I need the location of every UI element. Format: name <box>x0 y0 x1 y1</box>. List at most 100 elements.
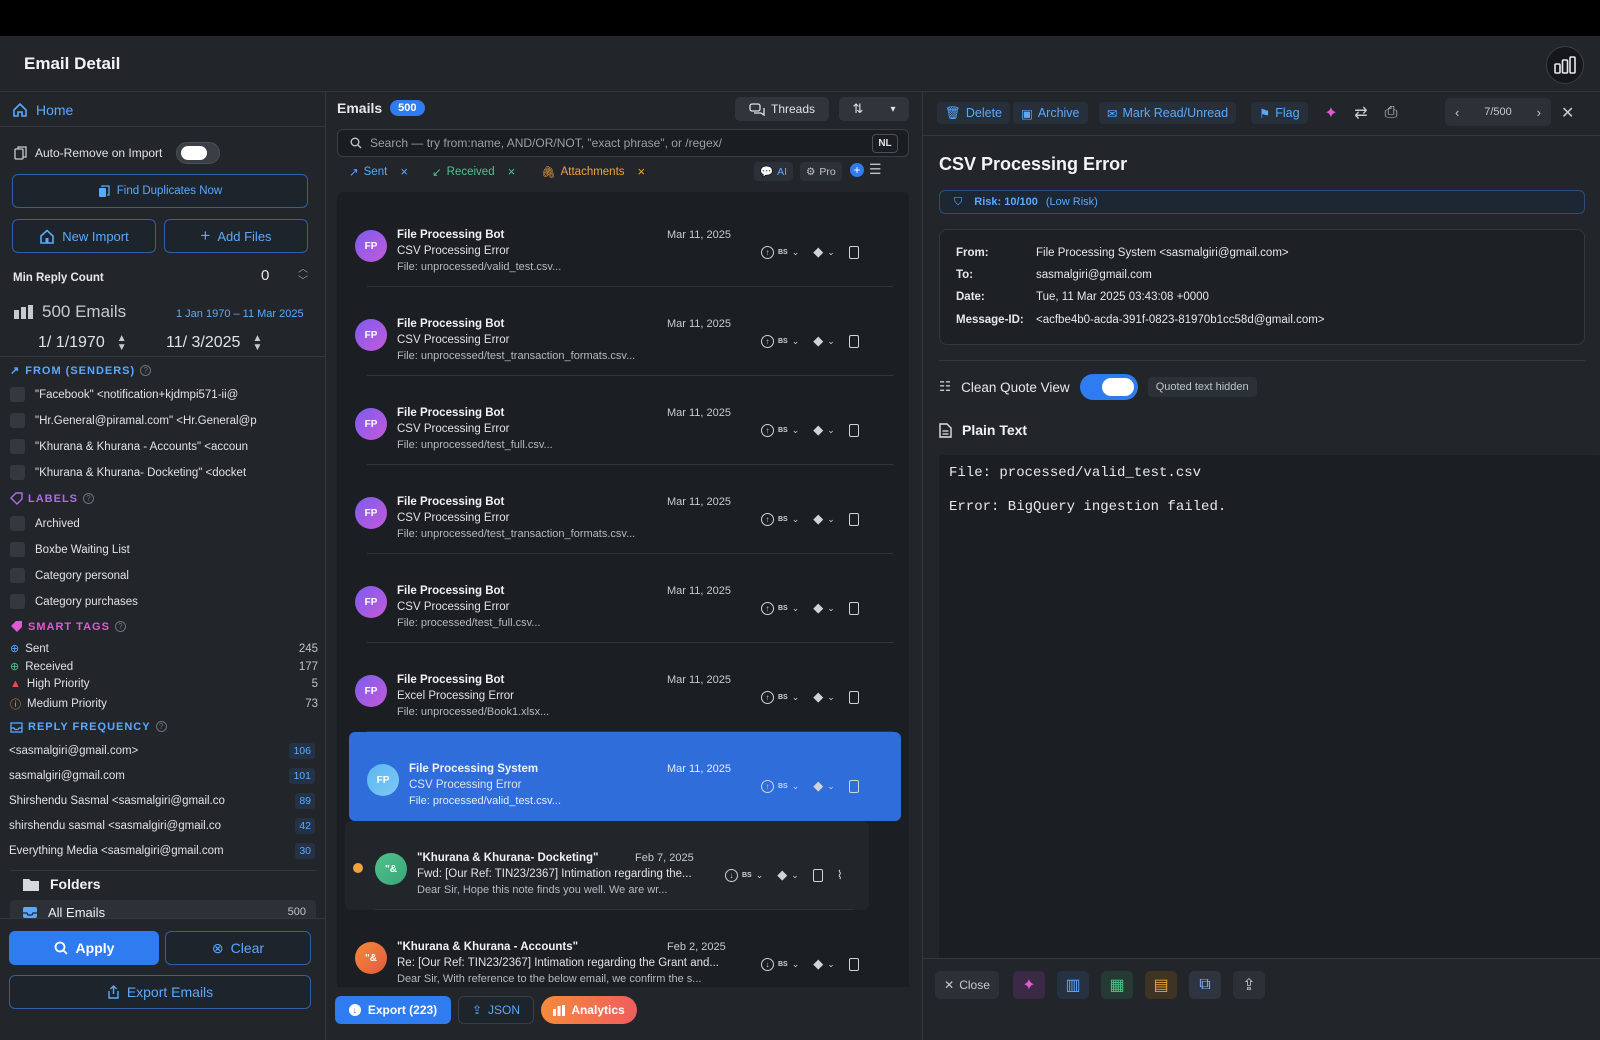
export-button[interactable]: ↓ Export (223) <box>335 996 451 1024</box>
filter-chip-sent[interactable]: ↗ Sent × <box>349 164 408 179</box>
sender-item[interactable]: "Khurana & Khurana - Accounts" <accoun <box>10 439 320 454</box>
sender-item[interactable]: "Khurana & Khurana- Docketing" <docket <box>10 465 320 480</box>
paperclip-icon[interactable]: ⌇ <box>837 868 843 882</box>
chevron-down-icon[interactable]: ⌄ <box>827 247 835 258</box>
min-reply-value[interactable]: 0 <box>261 267 269 284</box>
archive-button[interactable]: ▣ Archive <box>1013 102 1088 124</box>
reply-freq-item[interactable]: Everything Media <sasmalgiri@gmail.com 30 <box>9 843 315 859</box>
tag-icon[interactable]: ◆ <box>813 600 823 616</box>
filter-chip-attachments[interactable]: 🖇 Attachments × <box>541 164 645 179</box>
label-item[interactable]: Archived <box>10 516 320 531</box>
email-row[interactable]: "& "Khurana & Khurana - Accounts" Re: [Our… <box>337 910 909 992</box>
chevron-down-icon[interactable]: ⌄ <box>792 247 800 258</box>
tag-icon[interactable]: ◆ <box>813 956 823 972</box>
search-input[interactable]: Search — try from:name, AND/OR/NOT, "exa… <box>337 129 909 157</box>
clean-quote-toggle[interactable] <box>1079 374 1138 400</box>
checkbox[interactable] <box>10 439 25 454</box>
close-icon[interactable]: × <box>400 164 408 179</box>
share-button[interactable]: ⇪ <box>1233 971 1265 999</box>
sender-item[interactable]: "Facebook" <notification+kjdmpi571-ii@ <box>10 387 320 402</box>
chevron-down-icon[interactable]: ▾ <box>890 104 895 115</box>
smart-tag-sent[interactable]: ⊕ Sent 245 <box>10 642 318 656</box>
notes-button[interactable]: ▤ <box>1145 971 1177 999</box>
analytics-button[interactable]: Analytics <box>541 996 637 1024</box>
stats-button[interactable] <box>1546 46 1584 84</box>
tag-icon[interactable]: ◆ <box>813 778 823 794</box>
tag-icon[interactable]: ◆ <box>777 867 787 883</box>
checkbox[interactable] <box>10 594 25 609</box>
checkbox[interactable] <box>10 568 25 583</box>
reply-freq-item[interactable]: shirshendu sasmal <sasmalgiri@gmail.co 42 <box>9 818 315 834</box>
email-row[interactable]: FP File Processing Bot CSV Processing Erro… <box>337 554 909 643</box>
apply-button[interactable]: Apply <box>9 931 159 965</box>
chevron-down-icon[interactable]: ﹀ <box>298 276 308 287</box>
reply-freq-item[interactable]: sasmalgiri@gmail.com 101 <box>9 768 315 784</box>
ai-sparkle-button[interactable]: ✦ <box>1319 102 1343 124</box>
chevron-down-icon[interactable]: ⌄ <box>827 692 835 703</box>
threads-button[interactable]: Threads <box>735 97 829 121</box>
close-icon[interactable]: ✕ <box>1561 103 1574 123</box>
close-button[interactable]: ✕ Close <box>935 971 999 999</box>
delete-button[interactable]: 🗑 Delete <box>937 102 1011 124</box>
sender-item[interactable]: "Hr.General@piramal.com" <Hr.General@p <box>10 413 320 428</box>
document-icon[interactable] <box>848 334 859 348</box>
copy-button[interactable]: ⧉ <box>1189 971 1221 999</box>
tag-icon[interactable]: ◆ <box>813 511 823 527</box>
tag-icon[interactable]: ◆ <box>813 422 823 438</box>
chevron-down-icon[interactable]: ⌄ <box>792 603 800 614</box>
document-icon[interactable] <box>848 601 859 615</box>
tag-icon[interactable]: ◆ <box>813 333 823 349</box>
help-icon[interactable]: ? <box>155 721 167 732</box>
email-row[interactable]: FP File Processing Bot CSV Processing Erro… <box>337 465 909 554</box>
chevron-down-icon[interactable]: ⌄ <box>792 692 800 703</box>
stats-button[interactable]: ▥ <box>1057 971 1089 999</box>
pro-search-button[interactable]: ⚙ Pro <box>800 162 842 181</box>
chevron-down-icon[interactable]: ⌄ <box>792 514 800 525</box>
email-row[interactable]: FP File Processing System CSV Processing E… <box>349 732 901 821</box>
add-filter-icon[interactable]: + <box>850 163 864 177</box>
close-icon[interactable]: × <box>508 164 516 179</box>
tag-icon[interactable]: ◆ <box>813 689 823 705</box>
document-icon[interactable] <box>848 779 859 793</box>
email-row[interactable]: FP File Processing Bot CSV Processing Erro… <box>337 376 909 465</box>
chevron-down-icon[interactable]: ⌄ <box>827 781 835 792</box>
checkbox[interactable] <box>10 542 25 557</box>
nl-toggle[interactable]: NL <box>872 134 898 153</box>
stepper-icon[interactable]: ▲ ▼ <box>252 334 262 353</box>
ai-search-button[interactable]: 💬 AI <box>754 162 793 181</box>
find-duplicates-button[interactable]: Find Duplicates Now <box>12 174 308 208</box>
email-row[interactable]: FP File Processing Bot Excel Processing Er… <box>337 643 909 732</box>
home-link[interactable]: Home <box>12 102 73 118</box>
document-icon[interactable] <box>812 868 823 882</box>
sort-button[interactable]: ⇅ ▾ <box>839 97 909 121</box>
help-icon[interactable]: ? <box>83 493 94 504</box>
smart-tag-high-priority[interactable]: ▲ High Priority 5 <box>10 678 318 690</box>
date-from-input[interactable]: 1/ 1/1970 ▲ ▼ <box>38 330 127 356</box>
smart-tag-received[interactable]: ⊕ Received 177 <box>10 660 318 674</box>
grid-button[interactable]: ▦ <box>1101 971 1133 999</box>
ai-sparkle-button[interactable]: ✦ <box>1013 971 1045 999</box>
email-row[interactable]: FP File Processing Bot CSV Processing Erro… <box>337 287 909 376</box>
document-icon[interactable] <box>848 423 859 437</box>
json-button[interactable]: ⇪ JSON <box>458 996 534 1024</box>
stepper-icon[interactable]: ▲ ▼ <box>117 334 127 353</box>
checkbox[interactable] <box>10 413 25 428</box>
document-icon[interactable] <box>848 245 859 259</box>
export-emails-button[interactable]: Export Emails <box>9 975 311 1009</box>
help-icon[interactable]: ? <box>140 365 152 376</box>
auto-remove-toggle[interactable] <box>176 142 221 164</box>
add-files-button[interactable]: + Add Files <box>164 219 308 253</box>
chevron-right-icon[interactable]: › <box>1537 105 1541 120</box>
help-icon[interactable]: ? <box>114 621 126 632</box>
chevron-down-icon[interactable]: ⌄ <box>791 870 799 881</box>
document-icon[interactable] <box>848 512 859 526</box>
sliders-icon[interactable]: ☰ <box>869 161 882 178</box>
chevron-down-icon[interactable]: ⌄ <box>792 425 800 436</box>
chevron-down-icon[interactable]: ⌄ <box>792 336 800 347</box>
chevron-down-icon[interactable]: ⌄ <box>792 781 800 792</box>
flag-button[interactable]: ⚑ Flag <box>1251 102 1308 124</box>
checkbox[interactable] <box>10 465 25 480</box>
chevron-down-icon[interactable]: ⌄ <box>827 336 835 347</box>
checkbox[interactable] <box>10 387 25 402</box>
label-item[interactable]: Category purchases <box>10 594 320 609</box>
